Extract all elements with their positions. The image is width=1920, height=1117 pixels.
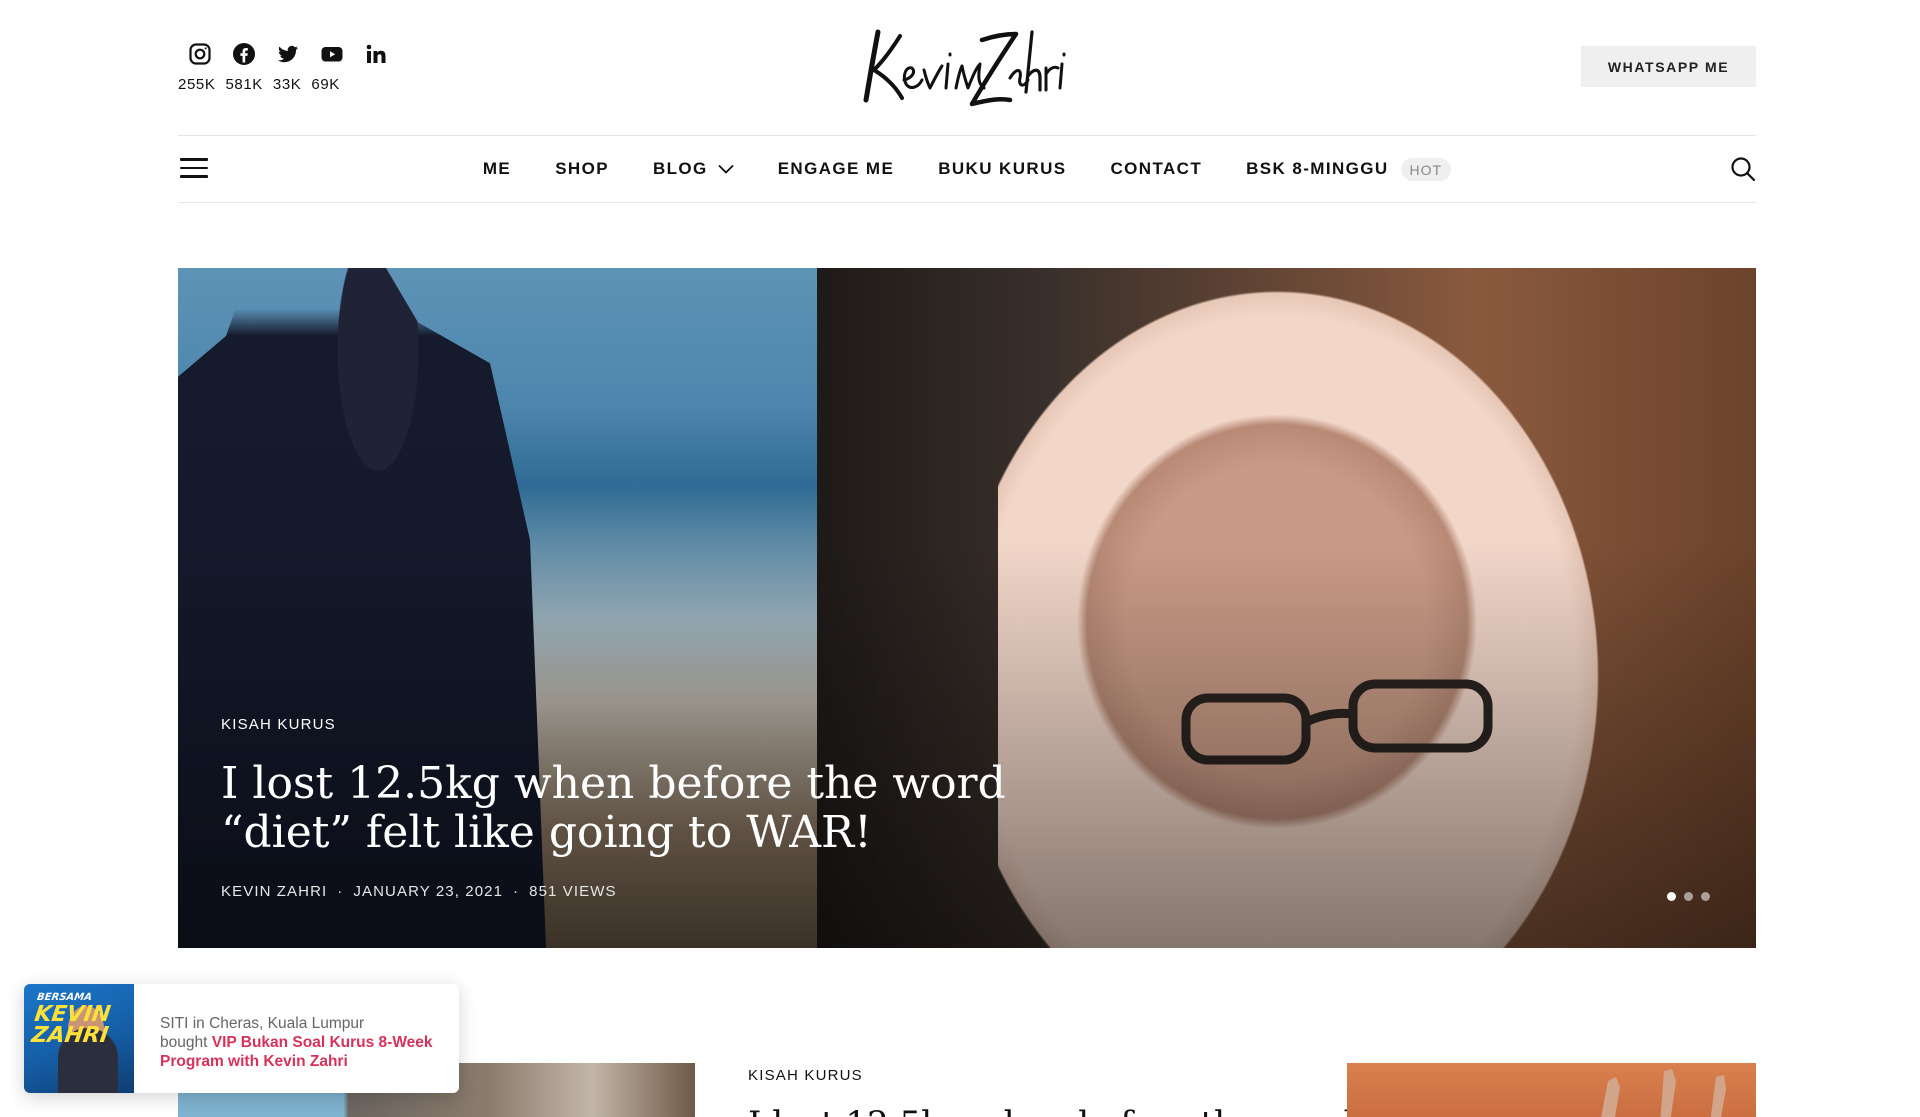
sales-customer: SITI in Cheras, Kuala Lumpur [160, 1015, 365, 1032]
hero-slider[interactable]: KISAH KURUS I lost 12.5kg when before th… [178, 268, 1756, 948]
main-nav: ME SHOP BLOG ENGAGE ME BUKU KURUS CONTAC… [178, 135, 1756, 203]
post-thumbnail-hands [1601, 1069, 1726, 1117]
social-counts: 255K 581K 33K 69K [178, 76, 350, 93]
hero-caption: KISAH KURUS I lost 12.5kg when before th… [221, 716, 1081, 900]
sales-action: bought [160, 1034, 208, 1051]
social-links [178, 42, 398, 66]
slider-dot-2[interactable] [1684, 892, 1693, 901]
slider-dots [1667, 892, 1710, 901]
nav-item-buku-kurus[interactable]: BUKU KURUS [938, 159, 1066, 179]
nav-item-shop[interactable]: SHOP [555, 159, 609, 179]
linkedin-icon[interactable] [354, 42, 398, 66]
nav-item-blog[interactable]: BLOG [653, 159, 734, 179]
slider-dot-3[interactable] [1701, 892, 1710, 901]
nav-item-blog-label: BLOG [652, 159, 708, 178]
post-title[interactable]: I lost 12.5kg when before the word [748, 1104, 1354, 1117]
whatsapp-button[interactable]: WHATSAPP ME [1581, 46, 1756, 87]
youtube-icon[interactable] [310, 42, 354, 66]
thumbnail-brand: BERSAMA KEVIN ZAHRI [29, 992, 138, 1048]
sales-notification-text: SITI in Cheras, Kuala Lumpur bought VIP … [160, 1014, 440, 1071]
hero-title[interactable]: I lost 12.5kg when before the word “diet… [221, 759, 1081, 857]
product-thumbnail: BERSAMA KEVIN ZAHRI [24, 984, 134, 1093]
nav-item-me[interactable]: ME [483, 159, 511, 179]
nav-item-contact[interactable]: CONTACT [1110, 159, 1202, 179]
instagram-icon[interactable] [178, 42, 222, 66]
twitter-count: 33K [272, 76, 302, 93]
chevron-down-icon [718, 164, 734, 174]
slider-dot-1[interactable] [1667, 892, 1676, 901]
facebook-count: 581K [225, 76, 263, 93]
meta-separator: · [337, 883, 344, 900]
meta-separator: · [513, 883, 520, 900]
search-icon[interactable] [1730, 156, 1756, 182]
nav-menu: ME SHOP BLOG ENGAGE ME BUKU KURUS CONTAC… [178, 136, 1756, 202]
hero-views: 851 VIEWS [529, 883, 617, 900]
post-category[interactable]: KISAH KURUS [748, 1067, 863, 1084]
site-header: 255K 581K 33K 69K WHATSAPP ME [178, 0, 1756, 135]
nav-item-bsk-label: BSK 8-MINGGU [1246, 159, 1389, 178]
sales-notification[interactable]: BERSAMA KEVIN ZAHRI SITI in Cheras, Kual… [24, 984, 459, 1093]
nav-item-engage-me[interactable]: ENGAGE ME [778, 159, 895, 179]
hero-meta: KEVIN ZAHRI · JANUARY 23, 2021 · 851 VIE… [221, 883, 1081, 900]
hero-category[interactable]: KISAH KURUS [221, 716, 1081, 733]
facebook-icon[interactable] [222, 42, 266, 66]
site-logo[interactable] [860, 18, 1070, 114]
twitter-icon[interactable] [266, 42, 310, 66]
thumbnail-brand-name: KEVIN ZAHRI [29, 1002, 113, 1048]
nav-item-bsk-8-minggu[interactable]: BSK 8-MINGGU HOT [1246, 157, 1452, 181]
hero-date: JANUARY 23, 2021 [353, 883, 504, 900]
instagram-count: 255K [178, 76, 216, 93]
hot-badge: HOT [1400, 157, 1452, 181]
hero-author[interactable]: KEVIN ZAHRI [221, 883, 327, 900]
youtube-count: 69K [311, 76, 340, 93]
